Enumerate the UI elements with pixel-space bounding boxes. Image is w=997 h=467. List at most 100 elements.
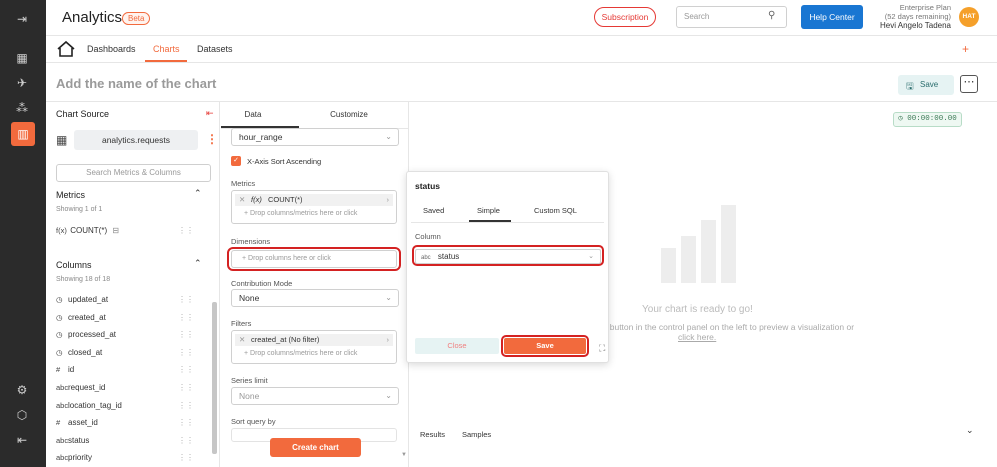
contribution-mode-select[interactable]: None ⌄ (231, 289, 399, 307)
logout-icon[interactable]: ⇤ (12, 430, 32, 450)
drag-handle-icon[interactable]: ⋮⋮ (178, 223, 194, 238)
drag-handle-icon[interactable]: ⋮⋮ (178, 398, 194, 413)
column-item[interactable]: abcpriority ⋮⋮ (56, 450, 196, 465)
hash-icon: # (56, 418, 61, 428)
create-chart-button[interactable]: Create chart (270, 438, 361, 457)
close-button[interactable]: Close (415, 338, 499, 354)
drag-handle-icon[interactable]: ⋮⋮ (178, 450, 194, 465)
sort-ascending-checkbox[interactable]: ✓ (231, 156, 241, 166)
filters-drop-hint: + Drop columns/metrics here or click (244, 350, 358, 357)
column-label: asset_id (68, 418, 98, 428)
tab-samples[interactable]: Samples (462, 430, 491, 439)
dimensions-highlight (227, 247, 401, 271)
remove-icon[interactable]: ✕ (239, 334, 245, 346)
column-item[interactable]: # id ⋮⋮ (56, 362, 196, 377)
divider (411, 222, 604, 223)
chevron-down-icon[interactable]: ⌄ (966, 425, 974, 436)
scrollbar[interactable] (212, 302, 217, 454)
tab-results[interactable]: Results (420, 430, 445, 439)
drag-handle-icon[interactable]: ⋮⋮ (178, 310, 194, 325)
charts-icon[interactable]: ▥ (11, 122, 35, 146)
chart-name-input[interactable]: Add the name of the chart (56, 76, 216, 91)
info-icon: ⊟ (112, 226, 120, 235)
column-item[interactable]: abcstatus ⋮⋮ (56, 433, 196, 448)
avatar[interactable]: HAT (959, 7, 979, 27)
column-item[interactable]: abcrequest_id ⋮⋮ (56, 380, 196, 395)
dataset-menu-icon[interactable]: ⋮ (206, 132, 218, 146)
tab-custom-sql[interactable]: Custom SQL (534, 206, 577, 215)
datasets-icon[interactable]: ⁂ (12, 98, 32, 118)
chevron-right-icon[interactable]: › (387, 334, 390, 346)
chart-source-title: Chart Source (56, 109, 110, 119)
dataset-selector[interactable]: analytics.requests (74, 130, 198, 150)
metric-chip[interactable]: ✕ f(x) COUNT(*) › (235, 194, 393, 206)
metrics-collapse-icon[interactable]: ⌃ (194, 188, 202, 199)
nav-row: Dashboards Charts Datasets + (46, 36, 997, 63)
drag-handle-icon[interactable]: ⋮⋮ (178, 345, 194, 360)
metric-chip-label: COUNT(*) (267, 195, 303, 204)
drag-handle-icon[interactable]: ⋮⋮ (178, 327, 194, 342)
columns-title: Columns (56, 260, 92, 270)
explore-icon[interactable]: ✈ (12, 73, 32, 93)
metrics-dropzone[interactable]: ✕ f(x) COUNT(*) › + Drop columns/metrics… (231, 190, 397, 224)
column-item[interactable]: abclocation_tag_id ⋮⋮ (56, 398, 196, 413)
column-label: created_at (68, 312, 106, 322)
time-range-select[interactable]: hour_range ⌄ (231, 128, 399, 146)
drag-handle-icon[interactable]: ⋮⋮ (178, 433, 194, 448)
search-metrics-input[interactable]: Search Metrics & Columns (56, 164, 211, 182)
filter-chip[interactable]: ✕ created_at (No filter) › (235, 334, 393, 346)
abc-icon: abc (56, 383, 69, 392)
column-item[interactable]: ◷ created_at ⋮⋮ (56, 310, 196, 325)
help-center-button[interactable]: Help Center (801, 5, 863, 29)
time-range-value: hour_range (239, 132, 283, 142)
metric-label: COUNT(*) (70, 226, 108, 235)
metric-item[interactable]: f(x) COUNT(*) ⊟ ⋮⋮ (56, 223, 196, 238)
sort-query-label: Sort query by (231, 417, 276, 426)
plan-info: Enterprise Plan (52 days remaining) Hevi… (876, 3, 951, 30)
column-item[interactable]: # asset_id ⋮⋮ (56, 415, 196, 430)
scroll-down-icon[interactable]: ▼ (401, 452, 407, 458)
clock-icon: ◷ (56, 295, 63, 304)
expand-icon[interactable]: ⛶ (599, 343, 605, 354)
subscription-button[interactable]: Subscription (594, 7, 656, 27)
more-options-button[interactable]: ⋯ (960, 75, 978, 93)
chevron-right-icon[interactable]: › (387, 194, 390, 206)
top-bar: Analytics Beta Subscription Search ⚲ Hel… (46, 0, 997, 36)
drag-handle-icon[interactable]: ⋮⋮ (178, 292, 194, 307)
tab-charts[interactable]: Charts (153, 44, 180, 54)
series-limit-label: Series limit (231, 376, 268, 385)
tab-datasets[interactable]: Datasets (197, 44, 233, 54)
expand-menu-icon[interactable]: ⇥ (12, 9, 32, 29)
columns-collapse-icon[interactable]: ⌃ (194, 258, 202, 269)
filters-dropzone[interactable]: ✕ created_at (No filter) › + Drop column… (231, 330, 397, 364)
series-limit-select[interactable]: None ⌄ (231, 387, 399, 405)
column-label: priority (68, 453, 93, 463)
click-here-link[interactable]: click here. (678, 332, 716, 342)
column-item[interactable]: ◷ closed_at ⋮⋮ (56, 345, 196, 360)
column-item[interactable]: ◷ processed_at ⋮⋮ (56, 327, 196, 342)
chevron-down-icon: ⌄ (385, 391, 392, 400)
plan-name: Enterprise Plan (899, 3, 951, 12)
column-item[interactable]: ◷ updated_at ⋮⋮ (56, 292, 196, 307)
tab-data[interactable]: Data (221, 110, 285, 119)
chevron-down-icon: ⌄ (385, 293, 392, 302)
tab-simple[interactable]: Simple (477, 206, 500, 215)
settings-icon[interactable]: ⚙ (12, 380, 32, 400)
placeholder-bar (661, 248, 676, 283)
cube-icon[interactable]: ⬡ (12, 405, 32, 425)
drag-handle-icon[interactable]: ⋮⋮ (178, 380, 194, 395)
tab-saved[interactable]: Saved (423, 206, 444, 215)
drag-handle-icon[interactable]: ⋮⋮ (178, 362, 194, 377)
tab-customize[interactable]: Customize (317, 110, 381, 119)
collapse-panel-icon[interactable]: ⇤ (206, 108, 214, 119)
dimensions-section-label: Dimensions (231, 237, 271, 246)
drag-handle-icon[interactable]: ⋮⋮ (178, 415, 194, 430)
add-icon[interactable]: + (962, 42, 969, 56)
column-label: closed_at (68, 347, 103, 357)
dashboards-icon[interactable]: ▦ (12, 48, 32, 68)
clock-icon: ◷ (56, 330, 63, 340)
tab-dashboards[interactable]: Dashboards (87, 44, 136, 54)
search-icon[interactable]: ⚲ (768, 10, 775, 21)
remove-icon[interactable]: ✕ (239, 194, 245, 206)
home-icon[interactable] (56, 39, 76, 59)
